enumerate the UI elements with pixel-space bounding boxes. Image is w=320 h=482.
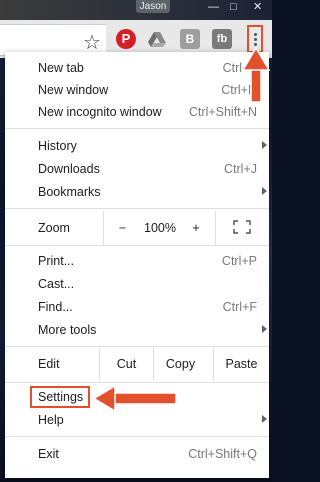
submenu-arrow-icon bbox=[262, 141, 267, 149]
fullscreen-icon bbox=[233, 220, 251, 234]
maximize-button[interactable]: □ bbox=[230, 2, 237, 13]
menu-label: New window bbox=[38, 83, 109, 97]
menu-item-downloads[interactable]: Downloads Ctrl+J bbox=[5, 158, 269, 180]
menu-item-new-tab[interactable]: New tab Ctrl+T bbox=[5, 57, 269, 79]
menu-label: New incognito window bbox=[38, 105, 162, 119]
shortcut-text: Ctrl+J bbox=[224, 162, 257, 176]
menu-label: More tools bbox=[38, 323, 97, 337]
zoom-in-button[interactable]: + bbox=[179, 211, 213, 245]
chrome-menu: New tab Ctrl+T New window Ctrl+N New inc… bbox=[5, 52, 269, 478]
shortcut-text: Ctrl+P bbox=[221, 254, 257, 268]
menu-separator bbox=[5, 128, 269, 129]
menu-label: Help bbox=[38, 413, 64, 427]
profile-button[interactable]: Jason bbox=[136, 0, 170, 13]
menu-item-bookmarks[interactable]: Bookmarks bbox=[5, 181, 269, 203]
facebook-extension-icon[interactable]: fb bbox=[212, 29, 232, 49]
edit-row: Edit Cut Copy Paste bbox=[5, 347, 269, 381]
menu-item-help[interactable]: Help bbox=[5, 409, 269, 431]
pinterest-icon[interactable]: P bbox=[116, 29, 136, 49]
shortcut-text: Ctrl+N bbox=[221, 83, 257, 97]
menu-label: Print... bbox=[38, 254, 75, 268]
menu-item-history[interactable]: History bbox=[5, 135, 269, 157]
window-titlebar: Jason — □ ✕ bbox=[0, 0, 272, 20]
menu-item-more-tools[interactable]: More tools bbox=[5, 319, 269, 341]
edit-label: Edit bbox=[38, 357, 60, 371]
menu-item-exit[interactable]: Exit Ctrl+Shift+Q bbox=[5, 443, 269, 465]
zoom-level: 100% bbox=[144, 221, 176, 235]
menu-label: Exit bbox=[38, 447, 59, 461]
menu-label: Cast... bbox=[38, 277, 75, 291]
menu-item-find[interactable]: Find... Ctrl+F bbox=[5, 296, 269, 318]
paste-button[interactable]: Paste bbox=[213, 347, 269, 381]
menu-separator bbox=[5, 245, 269, 246]
shortcut-text: Ctrl+T bbox=[222, 61, 257, 75]
cut-button[interactable]: Cut bbox=[99, 347, 153, 381]
submenu-arrow-icon bbox=[262, 415, 267, 423]
menu-separator bbox=[5, 382, 269, 383]
copy-button[interactable]: Copy bbox=[153, 347, 207, 381]
menu-item-print[interactable]: Print... Ctrl+P bbox=[5, 250, 269, 272]
submenu-arrow-icon bbox=[262, 187, 267, 195]
shortcut-text: Ctrl+Shift+Q bbox=[188, 447, 257, 461]
zoom-row: Zoom − 100% + bbox=[5, 211, 269, 245]
menu-item-cast[interactable]: Cast... bbox=[5, 273, 269, 295]
menu-item-new-incognito-window[interactable]: New incognito window Ctrl+Shift+N bbox=[5, 101, 269, 123]
shortcut-text: Ctrl+F bbox=[222, 300, 257, 314]
drive-icon[interactable] bbox=[147, 29, 167, 49]
star-icon[interactable]: ☆ bbox=[82, 32, 102, 54]
menu-label: History bbox=[38, 139, 77, 153]
b-extension-icon[interactable]: B bbox=[180, 29, 200, 49]
menu-item-new-window[interactable]: New window Ctrl+N bbox=[5, 79, 269, 101]
close-button[interactable]: ✕ bbox=[253, 2, 262, 13]
menu-separator bbox=[5, 208, 269, 209]
shortcut-text: Ctrl+Shift+N bbox=[188, 105, 257, 119]
zoom-out-button[interactable]: − bbox=[103, 211, 141, 245]
menu-label: Find... bbox=[38, 300, 73, 314]
minimize-button[interactable]: — bbox=[208, 2, 219, 13]
zoom-label: Zoom bbox=[38, 221, 70, 235]
menu-label: New tab bbox=[38, 61, 84, 75]
menu-label: Bookmarks bbox=[38, 185, 101, 199]
settings-highlight-box bbox=[30, 386, 90, 408]
three-dot-menu-icon[interactable] bbox=[247, 25, 263, 53]
submenu-arrow-icon bbox=[262, 325, 267, 333]
menu-label: Downloads bbox=[38, 162, 100, 176]
menu-separator bbox=[5, 436, 269, 437]
